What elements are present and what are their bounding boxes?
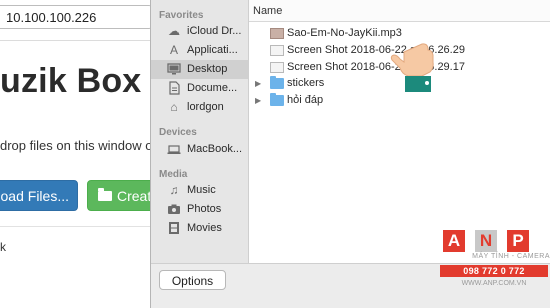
divider — [0, 40, 152, 41]
sidebar-item-applications[interactable]: A Applicati... — [151, 41, 248, 60]
address-bar[interactable]: 10.100.100.226 — [0, 5, 152, 29]
sidebar-item-desktop[interactable]: Desktop — [151, 60, 248, 79]
camera-icon — [167, 202, 181, 216]
laptop-icon — [167, 142, 181, 156]
watermark-logo: A N P MÁY TÍNH - CAMERA 098 772 0 772 WW… — [438, 230, 550, 308]
documents-icon — [167, 81, 181, 95]
folder-icon — [98, 188, 112, 201]
desktop-icon — [167, 62, 181, 76]
folder-name: stickers — [287, 77, 325, 89]
divider — [0, 226, 152, 227]
options-button[interactable]: Options — [159, 270, 226, 290]
upload-files-button[interactable]: oad Files... — [0, 180, 78, 211]
disclosure-triangle-icon[interactable]: ▶ — [255, 75, 261, 92]
page-title: uzik Box — [0, 62, 142, 100]
folder-icon — [270, 76, 284, 89]
sidebar-heading-media: Media — [159, 169, 188, 180]
disclosure-triangle-icon[interactable]: ▶ — [255, 92, 261, 109]
column-header-label: Name — [253, 5, 283, 17]
watermark-letter: P — [507, 230, 529, 252]
sidebar-item-label: iCloud Dr... — [187, 25, 242, 37]
sidebar-item-label: Photos — [187, 203, 222, 215]
film-icon — [167, 221, 181, 235]
sidebar-item-home[interactable]: ⌂ lordgon — [151, 98, 248, 117]
sidebar-item-label: Applicati... — [187, 44, 238, 56]
name-column-header[interactable]: Name — [249, 0, 550, 22]
sidebar-item-label: Docume... — [187, 82, 238, 94]
sidebar-heading-devices: Devices — [159, 127, 197, 138]
drag-hand-cursor-icon — [390, 43, 434, 92]
sidebar-item-music[interactable]: ♫ Music — [151, 181, 248, 200]
create-folder-button[interactable]: Create — [87, 180, 157, 211]
music-icon: ♫ — [169, 183, 179, 197]
image-file-icon — [270, 45, 284, 56]
finder-sidebar: Favorites ☁ iCloud Dr... A Applicati... … — [151, 0, 249, 263]
watermark-tagline: MÁY TÍNH - CAMERA — [472, 253, 550, 260]
sidebar-item-photos[interactable]: Photos — [151, 200, 248, 219]
sidebar-item-label: Music — [187, 184, 216, 196]
page-link[interactable]: k — [0, 240, 6, 254]
sidebar-item-movies[interactable]: Movies — [151, 219, 248, 238]
sidebar-item-label: Movies — [187, 222, 222, 234]
sidebar-heading-favorites: Favorites — [159, 10, 204, 21]
sidebar-item-label: lordgon — [187, 101, 224, 113]
watermark-letter: A — [443, 230, 465, 252]
cloud-icon: ☁ — [168, 24, 180, 38]
image-file-icon — [270, 62, 284, 73]
upload-instructions: drop files on this window or — [0, 138, 152, 153]
folder-name: hỏi đáp — [287, 94, 324, 106]
sidebar-item-label: Desktop — [187, 63, 228, 75]
watermark-phone: 098 772 0 772 — [440, 265, 548, 277]
watermark-url: WWW.ANP.COM.VN — [461, 280, 527, 287]
watermark-letter: N — [475, 230, 497, 252]
applications-icon: A — [169, 43, 178, 57]
sidebar-item-label: MacBook... — [187, 143, 243, 155]
folder-icon — [270, 93, 284, 106]
sidebar-item-macbook[interactable]: MacBook... — [151, 140, 248, 159]
sidebar-item-documents[interactable]: Docume... — [151, 79, 248, 98]
sidebar-item-icloud[interactable]: ☁ iCloud Dr... — [151, 22, 248, 41]
audio-file-icon — [270, 28, 284, 39]
home-icon: ⌂ — [170, 100, 178, 114]
